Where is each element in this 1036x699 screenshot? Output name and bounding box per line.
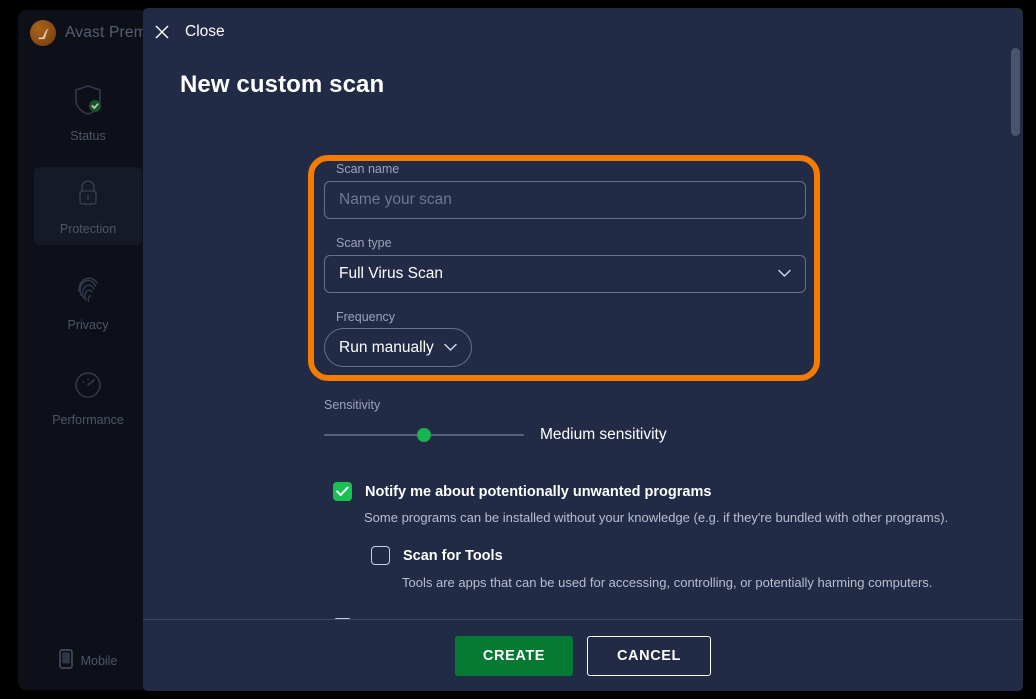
checkbox-pup[interactable] [333,482,352,501]
chevron-down-icon [778,265,791,283]
create-button[interactable]: CREATE [455,636,573,676]
sidebar-item-status[interactable]: Status [34,74,142,152]
option-desc-tools: Tools are apps that can be used for acce… [402,575,933,590]
sensitivity-slider[interactable] [324,422,524,448]
gauge-icon [73,370,103,405]
sensitivity-label: Sensitivity [324,398,381,412]
frequency-label: Frequency [336,310,396,324]
close-button-label: Close [185,23,225,40]
scan-type-value: Full Virus Scan [339,265,443,282]
page-title: New custom scan [180,71,385,98]
option-label-tools: Scan for Tools [403,547,503,564]
scan-type-select[interactable]: Full Virus Scan [324,255,806,293]
slider-thumb[interactable] [417,428,431,442]
avast-logo-icon [30,20,56,46]
lock-icon [74,177,102,214]
mobile-icon [58,648,73,674]
sidebar-item-label: Status [70,128,106,143]
option-desc-pup: Some programs can be installed without y… [364,510,949,525]
scrollbar-thumb[interactable] [1011,48,1020,136]
sidebar-item-label: Privacy [67,317,109,332]
sidebar-item-mobile[interactable]: Mobile [34,646,142,676]
scan-name-label: Scan name [336,162,400,176]
app-brand-label: Avast Premi [65,24,151,41]
option-row-pup[interactable]: Notify me about potentionally unwanted p… [333,482,711,501]
sensitivity-value-label: Medium sensitivity [540,426,667,443]
frequency-select[interactable]: Run manually [324,328,472,367]
sidebar-item-privacy[interactable]: Privacy [34,263,142,341]
dialog-body: New custom scan Scan name Scan type Full… [143,56,1023,619]
app-brand: Avast Premi [30,20,150,46]
option-row-tools[interactable]: Scan for Tools [371,546,503,565]
fingerprint-icon [73,273,103,310]
frequency-value: Run manually [339,338,434,356]
shield-check-icon [73,84,103,121]
cancel-button[interactable]: CANCEL [587,636,711,676]
app-sidebar: Avast Premi Status Protection Privacy Pe… [18,10,158,690]
chevron-down-icon [444,339,457,357]
sidebar-item-protection[interactable]: Protection [34,167,142,245]
option-label-pup: Notify me about potentionally unwanted p… [365,483,712,500]
sidebar-item-performance[interactable]: Performance [34,359,142,437]
sidebar-item-label: Performance [52,412,124,427]
dialog-header: Close [143,8,1023,56]
vertical-scrollbar[interactable] [1011,8,1020,619]
sidebar-item-label: Mobile [80,654,118,668]
scan-type-label: Scan type [336,236,392,250]
sidebar-item-label: Protection [59,221,117,236]
close-x-icon [154,24,170,40]
dialog-footer: CREATE CANCEL [143,619,1023,691]
sensitivity-row: Medium sensitivity [324,422,924,448]
close-button[interactable]: Close [154,23,225,41]
scan-name-input[interactable] [324,181,806,219]
checkbox-tools[interactable] [371,546,390,565]
new-custom-scan-dialog: Close New custom scan Scan name Scan typ… [143,8,1023,691]
